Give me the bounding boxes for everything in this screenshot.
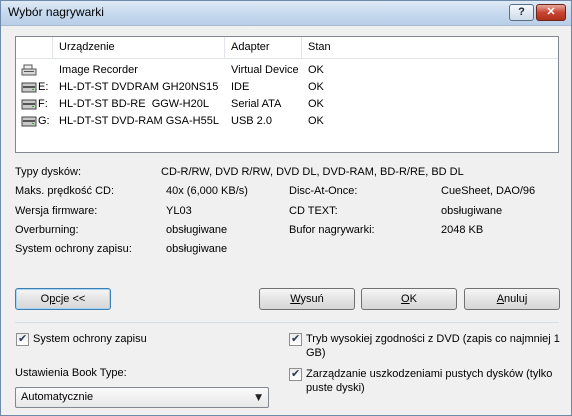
- write-protection-checkbox-label[interactable]: System ochrony zapisu: [33, 332, 147, 346]
- ok-button[interactable]: OK: [361, 288, 457, 310]
- cd-text-value: obsługiwane: [441, 205, 503, 217]
- booktype-select[interactable]: Automatycznie ▼: [15, 387, 269, 408]
- max-speed-label: Maks. prędkość CD:: [15, 185, 115, 197]
- disc-types-value: CD-R/RW, DVD R/RW, DVD DL, DVD-RAM, BD-R…: [161, 166, 464, 178]
- write-protection-label: System ochrony zapisu:: [15, 243, 132, 255]
- options-separator: [15, 322, 559, 323]
- device-status: OK: [308, 64, 324, 76]
- disc-types-label: Typy dysków:: [15, 166, 82, 178]
- device-row[interactable]: E: HL-DT-ST DVDRAM GH20NS15 IDE OK: [16, 79, 558, 96]
- drive-letter: E:: [38, 81, 49, 93]
- device-status: OK: [308, 115, 324, 127]
- chevron-down-icon: ▼: [255, 393, 262, 403]
- device-name: HL-DT-ST DVDRAM GH20NS15: [59, 81, 219, 93]
- cd-text-label: CD TEXT:: [289, 205, 338, 217]
- device-row[interactable]: Image Recorder Virtual Device OK: [16, 62, 558, 79]
- optical-drive-icon: [21, 99, 37, 110]
- device-row[interactable]: F: HL-DT-ST BD-RE GGW-H20L Serial ATA OK: [16, 96, 558, 113]
- write-protection-checkbox[interactable]: [16, 332, 29, 346]
- options-toggle-button[interactable]: Opcje <<: [15, 288, 111, 310]
- header-device[interactable]: Urządzenie: [53, 37, 225, 58]
- device-status: OK: [308, 81, 324, 93]
- dao-label: Disc-At-Once:: [289, 185, 358, 197]
- firmware-label: Wersja firmware:: [15, 205, 98, 217]
- overburning-value: obsługiwane: [166, 224, 228, 236]
- dvd-compatibility-checkbox[interactable]: [289, 332, 302, 346]
- device-name: HL-DT-ST DVD-RAM GSA-H55L: [59, 115, 219, 127]
- dao-value: CueSheet, DAO/96: [441, 185, 536, 197]
- buffer-value: 2048 KB: [441, 224, 484, 236]
- cancel-button[interactable]: Anuluj: [464, 288, 560, 310]
- header-status[interactable]: Stan: [302, 37, 558, 58]
- device-name: HL-DT-ST BD-RE GGW-H20L: [59, 98, 209, 110]
- booktype-label: Ustawienia Book Type:: [15, 367, 127, 379]
- device-list[interactable]: Urządzenie Adapter Stan Image Recorder V…: [15, 36, 559, 153]
- damage-management-label-line1[interactable]: Zarządzanie uszkodzeniami pustych dysków…: [306, 367, 552, 381]
- optical-drive-icon: [21, 116, 37, 127]
- burner-selection-dialog: Wybór nagrywarki ? ✕ Urządzenie Adapter …: [0, 0, 572, 416]
- dvd-compatibility-label-line1[interactable]: Tryb wysokiej zgodności z DVD (zapis co …: [306, 332, 560, 346]
- dvd-compatibility-label-line2[interactable]: GB): [306, 346, 326, 360]
- device-status: OK: [308, 98, 324, 110]
- device-name: Image Recorder: [59, 64, 138, 76]
- overburning-label: Overburning:: [15, 224, 79, 236]
- window-title: Wybór nagrywarki: [8, 5, 104, 19]
- device-adapter: USB 2.0: [231, 115, 272, 127]
- close-button[interactable]: ✕: [536, 4, 566, 21]
- help-button[interactable]: ?: [509, 4, 534, 21]
- drive-letter: G:: [38, 115, 50, 127]
- booktype-selected-value: Automatycznie: [21, 391, 94, 403]
- drive-letter: F:: [38, 98, 48, 110]
- device-list-header: Urządzenie Adapter Stan: [16, 37, 558, 59]
- header-icon-column[interactable]: [16, 37, 53, 58]
- max-speed-value: 40x (6,000 KB/s): [166, 185, 248, 197]
- write-protection-value: obsługiwane: [166, 243, 228, 255]
- title-bar: Wybór nagrywarki ? ✕: [1, 1, 571, 26]
- device-row[interactable]: G: HL-DT-ST DVD-RAM GSA-H55L USB 2.0 OK: [16, 113, 558, 130]
- eject-button[interactable]: Wysuń: [259, 288, 355, 310]
- device-adapter: Virtual Device: [231, 64, 299, 76]
- buffer-label: Bufor nagrywarki:: [289, 224, 375, 236]
- device-adapter: IDE: [231, 81, 250, 93]
- damage-management-checkbox[interactable]: [289, 367, 302, 381]
- device-adapter: Serial ATA: [231, 98, 282, 110]
- firmware-value: YL03: [166, 205, 192, 217]
- image-recorder-icon: [21, 64, 37, 76]
- optical-drive-icon: [21, 82, 37, 93]
- damage-management-label-line2[interactable]: puste dyski): [306, 381, 365, 395]
- header-adapter[interactable]: Adapter: [225, 37, 302, 58]
